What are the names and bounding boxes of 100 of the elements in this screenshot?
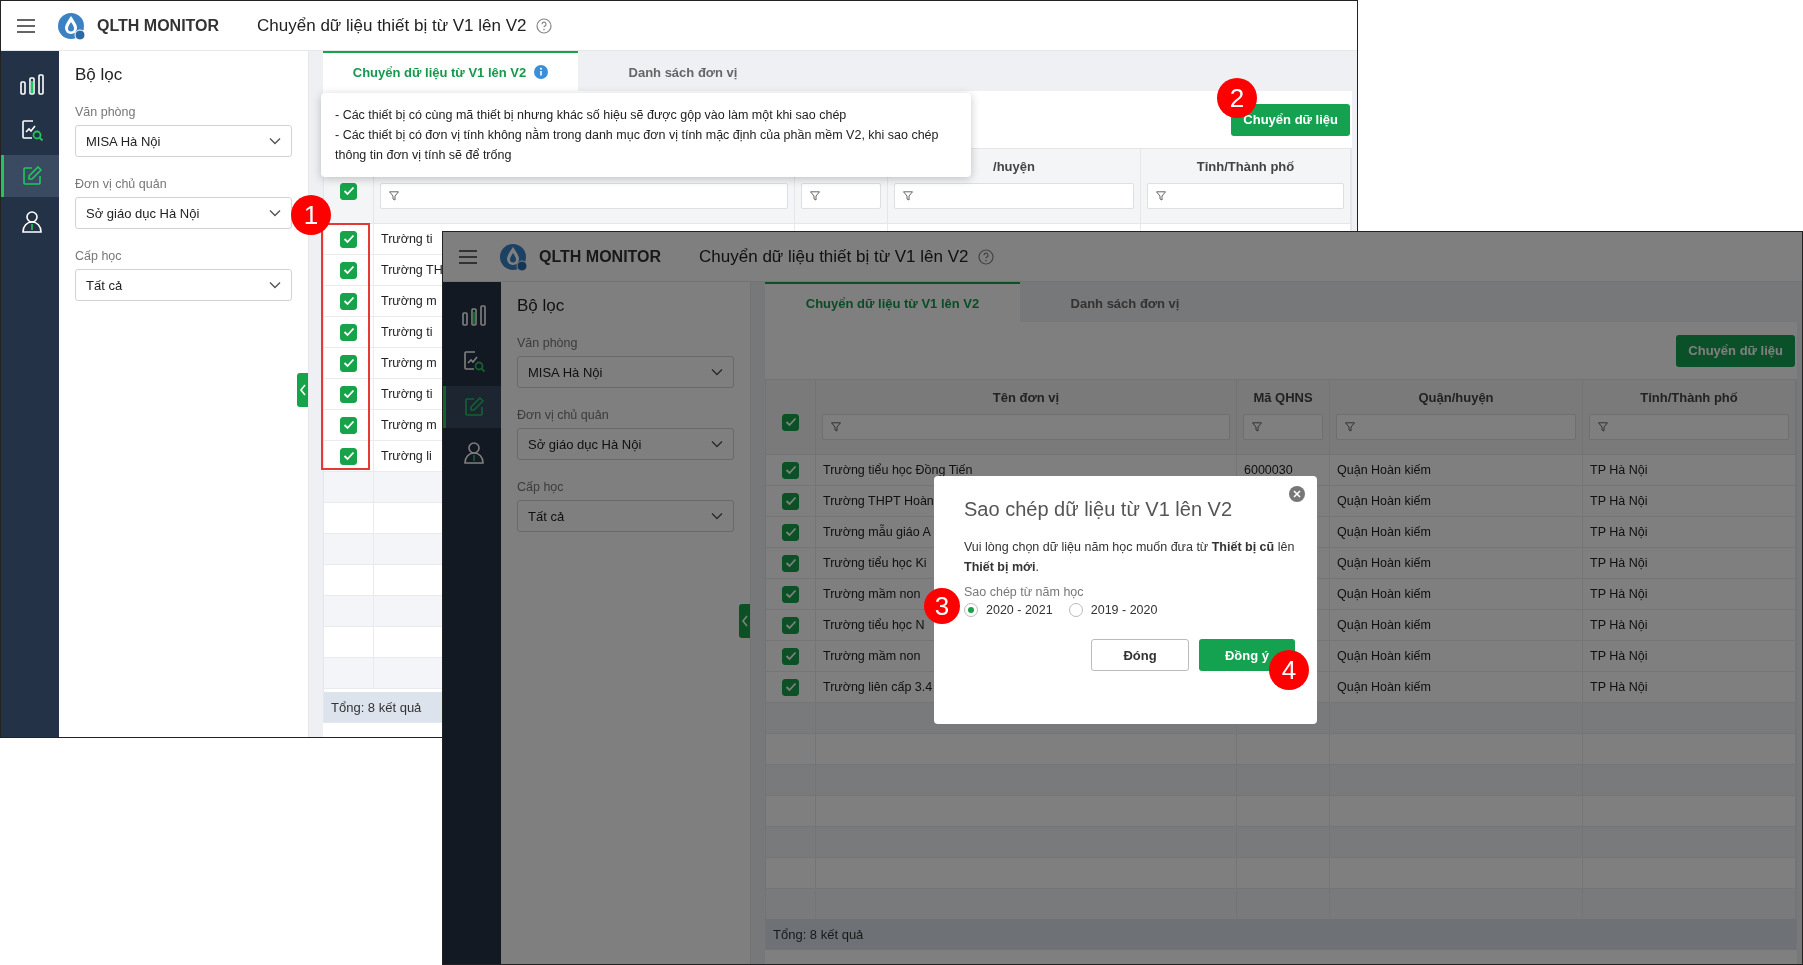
field-label: Đơn vị chủ quản [517, 408, 610, 422]
result-count: Tổng: 8 kết quả [331, 699, 422, 715]
column-header: Tỉnh/Thành phố [1640, 389, 1738, 405]
checkbox[interactable] [782, 678, 799, 696]
table-cell: Trường mầm non [823, 587, 921, 601]
table-cell: Trường tiểu học N [823, 618, 925, 632]
table-cell: TP Hà Nội [1590, 494, 1648, 508]
column-filter-field[interactable] [822, 414, 1230, 440]
filter-icon [1598, 422, 1608, 432]
logo-icon [57, 10, 87, 41]
table-cell: Trường ti [381, 325, 433, 339]
checkbox[interactable] [782, 413, 799, 431]
chevron-down-icon [269, 209, 281, 217]
column-header: Mã QHNS [1253, 389, 1313, 405]
checkmark-icon [342, 234, 355, 244]
menu-icon[interactable] [459, 249, 477, 264]
filter-icon [1252, 422, 1262, 432]
table-cell: Trường ti [381, 232, 433, 246]
table-cell: Trường mầm non [823, 649, 921, 663]
collapse-handle[interactable] [739, 604, 750, 638]
column-filter-field[interactable] [1243, 414, 1323, 440]
checkmark-icon [784, 589, 797, 599]
field-label: Sao chép từ năm học [964, 585, 1085, 599]
table-cell: Quận Hoàn kiếm [1337, 618, 1431, 632]
checkbox[interactable] [782, 585, 799, 603]
checkmark-icon [342, 451, 355, 461]
table-cell: TP Hà Nội [1590, 525, 1648, 539]
table-cell: Quận Hoàn kiếm [1337, 494, 1431, 508]
tooltip-text: - Các thiết bị có cùng mã thiết bị nhưng khác số hiệu sẽ được gộp vào làm một khi sao chép [335, 107, 848, 124]
checkbox[interactable] [340, 261, 357, 279]
checkmark-icon [784, 682, 797, 692]
column-filter-field[interactable] [1336, 414, 1576, 440]
collapse-handle[interactable] [297, 373, 308, 407]
close-button[interactable]: Đóng [1091, 639, 1189, 671]
checkbox[interactable] [782, 461, 799, 479]
close-icon[interactable] [1289, 486, 1305, 502]
checkmark-icon [342, 327, 355, 337]
table-cell: Trường tiểu học Đồng Tiến [823, 463, 973, 477]
user-icon [462, 441, 485, 465]
checkbox[interactable] [340, 416, 357, 434]
chevron-down-icon [269, 281, 281, 289]
checkmark-icon [784, 558, 797, 568]
checkbox[interactable] [782, 492, 799, 510]
column-filter-field[interactable] [380, 183, 788, 209]
table-cell: Trường mẫu giáo A [823, 525, 931, 539]
checkbox[interactable] [782, 523, 799, 541]
filter-title: Bộ lọc [517, 296, 566, 316]
column-filter-field[interactable] [801, 183, 881, 209]
tab[interactable]: Chuyển dữ liệu từ V1 lên V2 [323, 51, 578, 91]
help-icon[interactable] [536, 17, 553, 34]
table-cell: Quận Hoàn kiếm [1337, 556, 1431, 570]
table-cell: Quận Hoàn kiếm [1337, 587, 1431, 601]
table-cell: TP Hà Nội [1590, 618, 1648, 632]
checkbox[interactable] [340, 385, 357, 403]
checkmark-icon [784, 651, 797, 661]
checkbox[interactable] [782, 647, 799, 665]
dropdown-field[interactable]: Tất cả [75, 269, 292, 301]
table-cell: Trường THPT Hoàn [823, 494, 934, 508]
column-filter-field[interactable] [1589, 414, 1789, 440]
checkbox[interactable] [340, 292, 357, 310]
tab[interactable]: Chuyển dữ liệu từ V1 lên V2 [765, 282, 1020, 322]
table-cell: TP Hà Nội [1590, 463, 1648, 477]
filter-icon [831, 422, 841, 432]
dropdown-field[interactable]: MISA Hà Nội [517, 356, 734, 388]
column-header: /huyện [993, 158, 1035, 174]
chevron-down-icon [711, 368, 723, 376]
column-filter-field[interactable] [1147, 183, 1344, 209]
checkbox[interactable] [340, 354, 357, 372]
column-filter-field[interactable] [894, 183, 1134, 209]
table-cell: Trường li [381, 449, 432, 463]
help-icon[interactable] [978, 248, 995, 265]
table-cell: Trường m [381, 294, 437, 308]
checkbox[interactable] [340, 447, 357, 465]
tab[interactable]: Danh sách đơn vị [578, 51, 788, 91]
radio-option[interactable]: 2020 - 2021 [964, 603, 1053, 617]
tab[interactable]: Danh sách đơn vị [1020, 282, 1230, 322]
app-name: QLTH MONITOR [97, 16, 220, 35]
checkmark-icon [784, 465, 797, 475]
checkbox[interactable] [782, 554, 799, 572]
dropdown-field[interactable]: MISA Hà Nội [75, 125, 292, 157]
table-cell: Quận Hoàn kiếm [1337, 680, 1431, 694]
column-header: Tên đơn vị [992, 389, 1060, 405]
dropdown-field[interactable]: Tất cả [517, 500, 734, 532]
table-cell: TP Hà Nội [1590, 587, 1648, 601]
result-count: Tổng: 8 kết quả [773, 926, 864, 942]
checkbox[interactable] [782, 616, 799, 634]
checkbox[interactable] [340, 182, 357, 200]
chevron-down-icon [269, 137, 281, 145]
table-cell: Trường m [381, 418, 437, 432]
table-cell: Quận Hoàn kiếm [1337, 463, 1431, 477]
checkbox[interactable] [340, 323, 357, 341]
menu-icon[interactable] [17, 18, 35, 33]
dialog-title: Sao chép dữ liệu từ V1 lên V2 [964, 498, 1234, 521]
checkbox[interactable] [340, 230, 357, 248]
radio-option[interactable]: 2019 - 2020 [1068, 603, 1158, 617]
dropdown-field[interactable]: Sở giáo dục Hà Nội [517, 428, 734, 460]
filter-title: Bộ lọc [75, 65, 124, 85]
dropdown-field[interactable]: Sở giáo dục Hà Nội [75, 197, 292, 229]
page-title: Chuyển dữ liệu thiết bị từ V1 lên V2 [699, 246, 969, 267]
column-header: Quận/huyện [1418, 389, 1494, 405]
